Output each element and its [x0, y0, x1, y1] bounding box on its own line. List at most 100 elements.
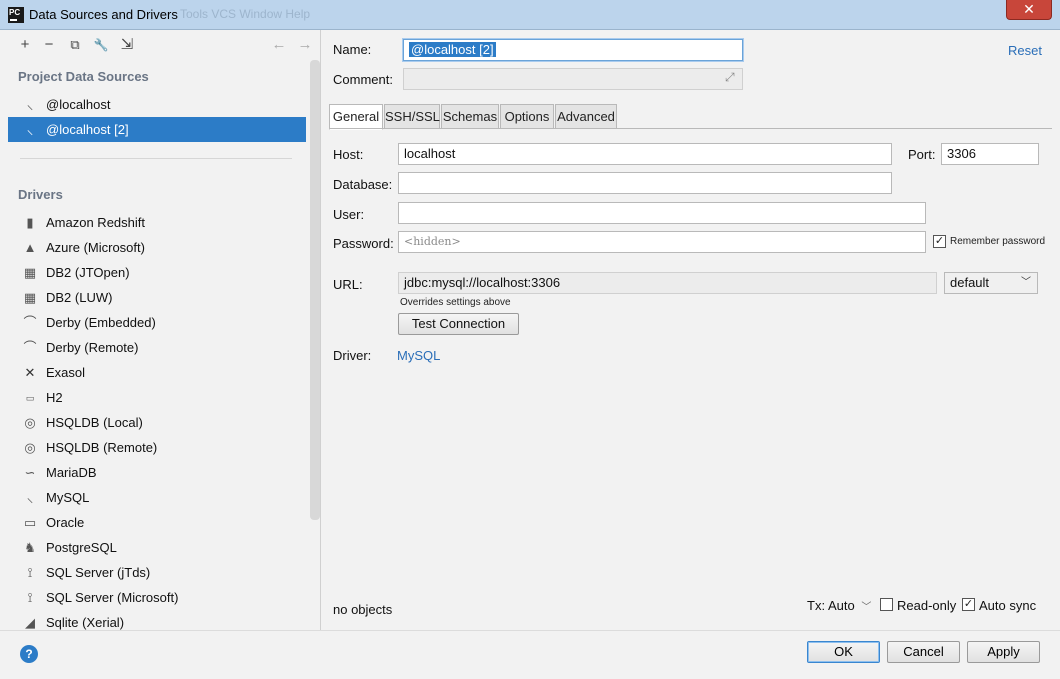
tab-underline [329, 128, 1052, 129]
driver-item-mysql[interactable]: ⸜ MySQL [8, 485, 306, 510]
mysql-icon: ⸜ [26, 122, 34, 137]
ok-button[interactable]: OK [807, 641, 880, 663]
mysql-icon: ⸜ [26, 490, 34, 505]
wrench-icon[interactable]: 🔧 [92, 36, 110, 54]
mariadb-icon: ∽ [24, 465, 36, 480]
driver-item-h2[interactable]: ▭ H2 [8, 385, 306, 410]
url-hint: Overrides settings above [400, 297, 511, 308]
import-icon[interactable]: ⇲ [118, 36, 136, 54]
dialog-footer: ? OK Cancel Apply [0, 630, 1060, 679]
right-panel: Name: @localhost [2] Reset Comment: ⤢ Ge… [321, 30, 1060, 630]
name-value: @localhost [2] [409, 42, 496, 57]
project-item-localhost[interactable]: ⸜ @localhost [8, 92, 306, 117]
mysql-icon: ⸜ [26, 97, 34, 112]
database-field[interactable] [398, 172, 892, 194]
driver-item-azure[interactable]: ▲ Azure (Microsoft) [8, 235, 306, 260]
driver-item-sqlserver-jtds[interactable]: ⟟ SQL Server (jTds) [8, 560, 306, 585]
driver-item-sqlserver-microsoft[interactable]: ⟟ SQL Server (Microsoft) [8, 585, 306, 610]
divider [20, 158, 292, 159]
tab-advanced[interactable]: Advanced [555, 104, 617, 129]
url-label: URL: [333, 277, 363, 292]
sqlserver-icon: ⟟ [27, 565, 33, 580]
database-label: Database: [333, 177, 393, 192]
port-field[interactable]: 3306 [941, 143, 1039, 165]
apply-button[interactable]: Apply [967, 641, 1040, 663]
tx-mode-label: Tx: Auto [807, 598, 855, 613]
driver-label: Driver: [333, 348, 372, 363]
url-field[interactable]: jdbc:mysql://localhost:3306 [398, 272, 937, 294]
db2-icon: ▦ [23, 290, 37, 305]
help-icon[interactable]: ? [20, 645, 38, 663]
driver-item-oracle[interactable]: ▭ Oracle [8, 510, 306, 535]
project-data-sources-header: Project Data Sources [18, 69, 149, 84]
driver-item-hsqldb-remote[interactable]: ◎ HSQLDB (Remote) [8, 435, 306, 460]
remove-icon[interactable]: − [40, 36, 58, 54]
driver-label: HSQLDB (Local) [46, 415, 143, 430]
copy-icon[interactable]: ⧉ [66, 36, 84, 54]
driver-item-db2-luw[interactable]: ▦ DB2 (LUW) [8, 285, 306, 310]
name-label: Name: [333, 42, 372, 57]
cancel-button[interactable]: Cancel [887, 641, 960, 663]
auto-sync-checkbox[interactable]: ✓ [962, 598, 975, 611]
driver-label: H2 [46, 390, 63, 405]
tab-ssh-ssl[interactable]: SSH/SSL [384, 104, 440, 129]
remember-password-checkbox[interactable]: ✓ [933, 235, 946, 248]
driver-label: Sqlite (Xerial) [46, 615, 125, 630]
name-field[interactable]: @localhost [2] [403, 39, 743, 61]
host-field[interactable]: localhost [398, 143, 892, 165]
derby-icon: ⌒ [23, 315, 37, 330]
project-item-label: @localhost [46, 97, 111, 112]
remember-password-label: Remember password [950, 236, 1046, 247]
driver-item-db2-jtopen[interactable]: ▦ DB2 (JTOpen) [8, 260, 306, 285]
driver-item-amazon-redshift[interactable]: ▮ Amazon Redshift [8, 210, 306, 235]
user-label: User: [333, 207, 365, 222]
user-field[interactable] [398, 202, 926, 224]
url-mode-select[interactable]: default ﹀ [944, 272, 1038, 294]
driver-label: DB2 (LUW) [46, 290, 113, 305]
left-scrollbar[interactable] [310, 60, 320, 520]
driver-item-postgresql[interactable]: ♞ PostgreSQL [8, 535, 306, 560]
driver-label: SQL Server (jTds) [46, 565, 151, 580]
driver-label: Amazon Redshift [46, 215, 145, 230]
test-connection-button[interactable]: Test Connection [398, 313, 519, 335]
driver-label: MySQL [46, 490, 90, 505]
window-title: Data Sources and Drivers [29, 7, 178, 22]
driver-item-mariadb[interactable]: ∽ MariaDB [8, 460, 306, 485]
back-arrow-icon[interactable]: ← [270, 36, 288, 54]
h2-icon: ▭ [25, 393, 35, 403]
reset-link[interactable]: Reset [1008, 43, 1042, 58]
sqlite-icon: ◢ [25, 615, 35, 630]
derby-icon: ⌒ [23, 340, 37, 355]
driver-label: Exasol [46, 365, 86, 380]
pc-icon: PC [8, 7, 24, 23]
project-item-localhost-2[interactable]: ⸜ @localhost [2] [8, 117, 306, 142]
tab-schemas[interactable]: Schemas [441, 104, 499, 129]
tab-options[interactable]: Options [500, 104, 554, 129]
password-label: Password: [333, 236, 394, 251]
status-text: no objects [333, 602, 393, 617]
hsqldb-icon: ◎ [24, 440, 36, 455]
oracle-icon: ▭ [23, 515, 37, 530]
driver-link[interactable]: MySQL [397, 348, 440, 363]
driver-label: PostgreSQL [46, 540, 117, 555]
driver-label: Oracle [46, 515, 85, 530]
close-button[interactable]: ✕ [1006, 0, 1052, 20]
url-mode-value: default [950, 275, 990, 290]
tx-mode-dropdown[interactable]: Tx: Auto ﹀ [807, 598, 871, 613]
driver-item-derby-remote[interactable]: ⌒ Derby (Remote) [8, 335, 306, 360]
sqlserver-icon: ⟟ [27, 590, 33, 605]
chevron-down-icon: ﹀ [1021, 277, 1031, 288]
expand-icon[interactable]: ⤢ [725, 70, 735, 85]
forward-arrow-icon[interactable]: → [296, 36, 314, 54]
tab-general[interactable]: General [329, 104, 383, 130]
comment-field[interactable] [403, 68, 743, 90]
auto-sync-label: Auto sync [979, 598, 1037, 613]
db2-icon: ▦ [23, 265, 37, 280]
driver-item-exasol[interactable]: ✕ Exasol [8, 360, 306, 385]
add-icon[interactable]: + [16, 36, 34, 54]
password-field[interactable]: <hidden> [398, 231, 926, 253]
driver-item-hsqldb-local[interactable]: ◎ HSQLDB (Local) [8, 410, 306, 435]
read-only-checkbox[interactable] [880, 598, 893, 611]
azure-icon: ▲ [23, 240, 37, 255]
driver-item-derby-embedded[interactable]: ⌒ Derby (Embedded) [8, 310, 306, 335]
